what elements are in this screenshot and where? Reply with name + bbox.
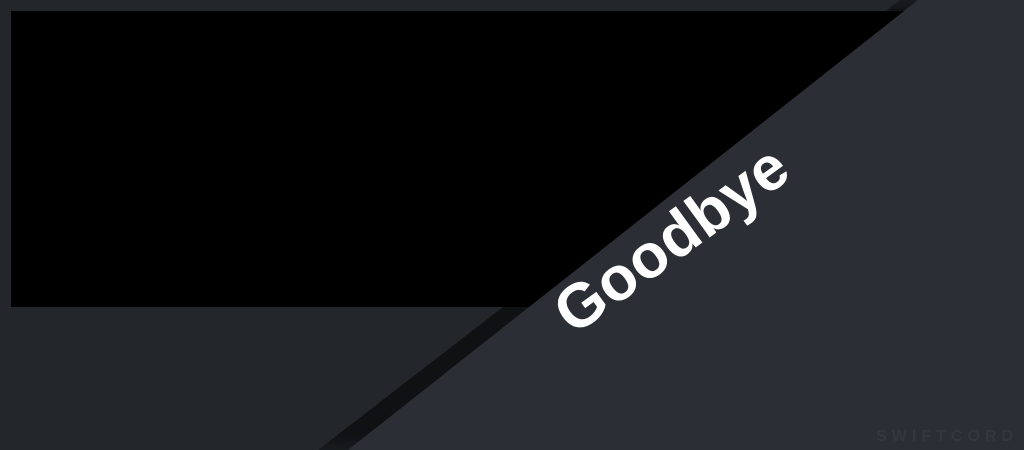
swiftcord-watermark: SWIFTCORD xyxy=(876,428,1018,445)
goodbye-card: Goodbye SWIFTCORD xyxy=(0,0,1024,450)
